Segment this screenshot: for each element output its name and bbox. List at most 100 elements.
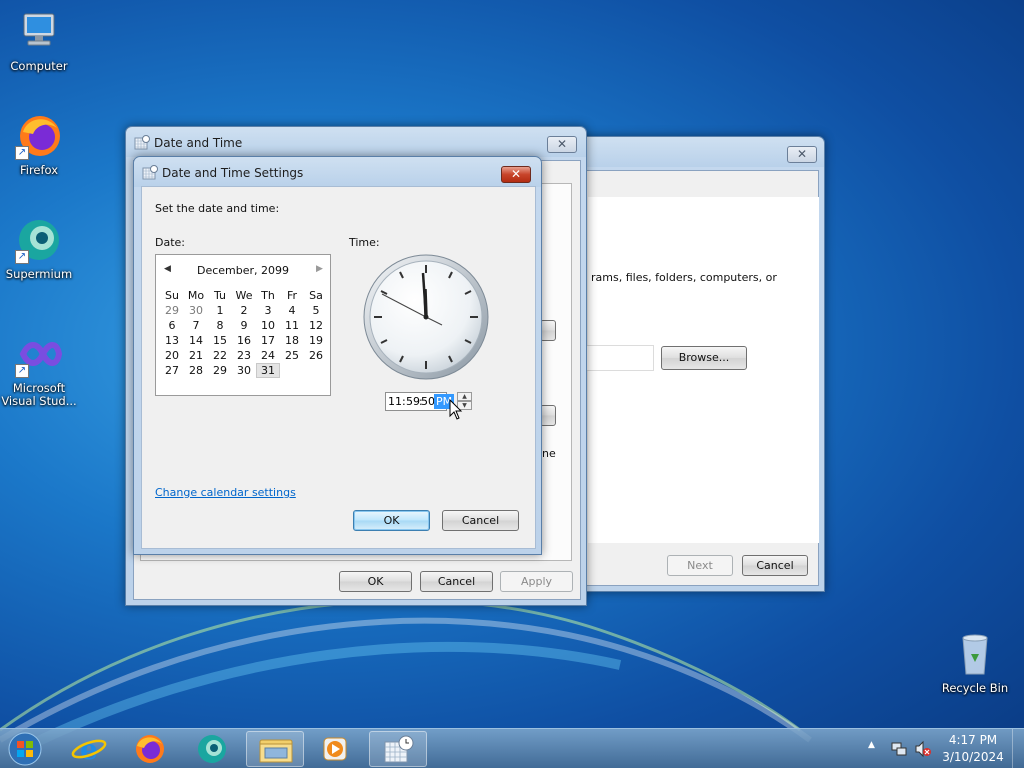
- calendar-day[interactable]: 24: [256, 348, 280, 363]
- desktop-icon-visual-studio[interactable]: ↗ Microsoft Visual Stud...: [1, 330, 77, 408]
- time-hours[interactable]: 11: [388, 395, 402, 408]
- time-input[interactable]: 11 : 59 : 50 PM: [385, 392, 455, 411]
- taskbar-date-time[interactable]: [369, 731, 427, 767]
- calendar-day[interactable]: 12: [304, 318, 328, 333]
- date-time-text-fragment: ne: [542, 447, 556, 460]
- calendar-day[interactable]: 6: [160, 318, 184, 333]
- calendar-day[interactable]: 26: [304, 348, 328, 363]
- calendar-day[interactable]: 29: [208, 363, 232, 378]
- calendar-day[interactable]: 27: [160, 363, 184, 378]
- calendar-month-year[interactable]: December, 2099: [156, 264, 330, 277]
- clock-date[interactable]: 3/10/2024: [940, 750, 1006, 764]
- time-seconds[interactable]: 50: [421, 395, 435, 408]
- next-month-icon[interactable]: ▶: [316, 264, 323, 274]
- calendar-day[interactable]: 2: [232, 303, 256, 318]
- desktop-icon-label: Firefox: [19, 163, 59, 177]
- calendar-day[interactable]: 29: [160, 303, 184, 318]
- start-button[interactable]: [5, 731, 45, 767]
- month-calendar[interactable]: ◀ December, 2099 ▶ Su Mo Tu We Th Fr Sa …: [155, 254, 331, 396]
- close-icon[interactable]: ✕: [787, 146, 817, 163]
- desktop-icon-recycle-bin[interactable]: Recycle Bin: [937, 630, 1013, 695]
- next-button[interactable]: Next: [667, 555, 733, 576]
- calendar-day[interactable]: 5: [304, 303, 328, 318]
- calendar-day[interactable]: 30: [232, 363, 256, 378]
- cancel-button[interactable]: Cancel: [420, 571, 493, 592]
- taskbar-internet-explorer[interactable]: e: [60, 731, 118, 767]
- firefox-icon: [136, 735, 164, 763]
- cancel-button[interactable]: Cancel: [442, 510, 519, 531]
- computer-icon: [15, 8, 63, 56]
- location-input[interactable]: [581, 345, 654, 371]
- calendar-day-empty: [304, 363, 328, 378]
- weekday-label: Fr: [286, 289, 298, 302]
- calendar-day[interactable]: 13: [160, 333, 184, 348]
- calendar-day[interactable]: 17: [256, 333, 280, 348]
- clock-time[interactable]: 4:17 PM: [940, 733, 1006, 747]
- calendar-day[interactable]: 3: [256, 303, 280, 318]
- calendar-day[interactable]: 22: [208, 348, 232, 363]
- calendar-day[interactable]: 19: [304, 333, 328, 348]
- calendar-day[interactable]: 25: [280, 348, 304, 363]
- calendar-day[interactable]: 8: [208, 318, 232, 333]
- ok-button[interactable]: OK: [353, 510, 430, 531]
- media-player-icon: [323, 737, 347, 761]
- calendar-day[interactable]: 11: [280, 318, 304, 333]
- calendar-day[interactable]: 7: [184, 318, 208, 333]
- calendar-day-selected[interactable]: 31: [256, 363, 280, 378]
- calendar-day[interactable]: 15: [208, 333, 232, 348]
- calendar-day[interactable]: 20: [160, 348, 184, 363]
- calendar-day[interactable]: 4: [280, 303, 304, 318]
- network-icon[interactable]: [890, 740, 908, 758]
- wizard-cancel-button[interactable]: Cancel: [742, 555, 808, 576]
- close-icon[interactable]: ✕: [501, 166, 531, 183]
- volume-muted-icon[interactable]: [914, 740, 932, 758]
- shortcut-arrow-icon: ↗: [15, 250, 29, 264]
- dialog-title: Date and Time Settings: [162, 166, 304, 180]
- calendar-day[interactable]: 16: [232, 333, 256, 348]
- windows-start-icon: [8, 732, 42, 766]
- calendar-day[interactable]: 10: [256, 318, 280, 333]
- desktop-icon-firefox[interactable]: ↗ Firefox: [1, 112, 77, 177]
- tray-show-hidden-icon[interactable]: ▲: [868, 740, 875, 750]
- show-desktop-button[interactable]: [1012, 729, 1024, 768]
- weekday-label: Th: [261, 289, 275, 302]
- weekday-label: Tu: [213, 289, 227, 302]
- apply-button[interactable]: Apply: [500, 571, 573, 592]
- back-wizard-window[interactable]: ✕ rams, files, folders, computers, or Br…: [560, 136, 825, 592]
- taskbar-explorer[interactable]: [246, 731, 304, 767]
- wizard-description-text: rams, files, folders, computers, or: [591, 271, 777, 284]
- time-label: Time:: [349, 236, 380, 249]
- calendar-day[interactable]: 1: [208, 303, 232, 318]
- weekday-label: We: [235, 289, 253, 302]
- shortcut-arrow-icon: ↗: [15, 364, 29, 378]
- taskbar-supermium[interactable]: [183, 731, 241, 767]
- browse-button[interactable]: Browse...: [661, 346, 747, 370]
- desktop-icon-label: Computer: [10, 59, 68, 73]
- taskbar: e ▲ 4:17 PM 3/10/2024: [0, 728, 1024, 768]
- change-calendar-settings-link[interactable]: Change calendar settings: [155, 486, 296, 499]
- side-button-2[interactable]: [540, 405, 556, 426]
- calendar-day[interactable]: 28: [184, 363, 208, 378]
- ok-button[interactable]: OK: [339, 571, 412, 592]
- recycle-bin-icon: [951, 630, 999, 678]
- date-label: Date:: [155, 236, 185, 249]
- calendar-day-empty: [280, 363, 304, 378]
- taskbar-firefox[interactable]: [121, 731, 179, 767]
- folder-icon: [259, 739, 293, 763]
- calendar-day[interactable]: 23: [232, 348, 256, 363]
- close-icon[interactable]: ✕: [547, 136, 577, 153]
- desktop-icon-computer[interactable]: Computer: [1, 8, 77, 73]
- desktop-icon-label: Microsoft Visual Stud...: [1, 381, 77, 408]
- calendar-day[interactable]: 30: [184, 303, 208, 318]
- analog-clock-icon: [363, 254, 489, 380]
- side-button-1[interactable]: [540, 320, 556, 341]
- desktop-icon-supermium[interactable]: ↗ Supermium: [1, 216, 77, 281]
- time-minutes[interactable]: 59: [406, 395, 420, 408]
- calendar-day[interactable]: 14: [184, 333, 208, 348]
- calendar-day[interactable]: 18: [280, 333, 304, 348]
- taskbar-media-player[interactable]: [307, 731, 365, 767]
- calendar-day[interactable]: 9: [232, 318, 256, 333]
- date-time-settings-icon: [142, 165, 158, 180]
- calendar-day[interactable]: 21: [184, 348, 208, 363]
- supermium-icon: ↗: [15, 216, 63, 264]
